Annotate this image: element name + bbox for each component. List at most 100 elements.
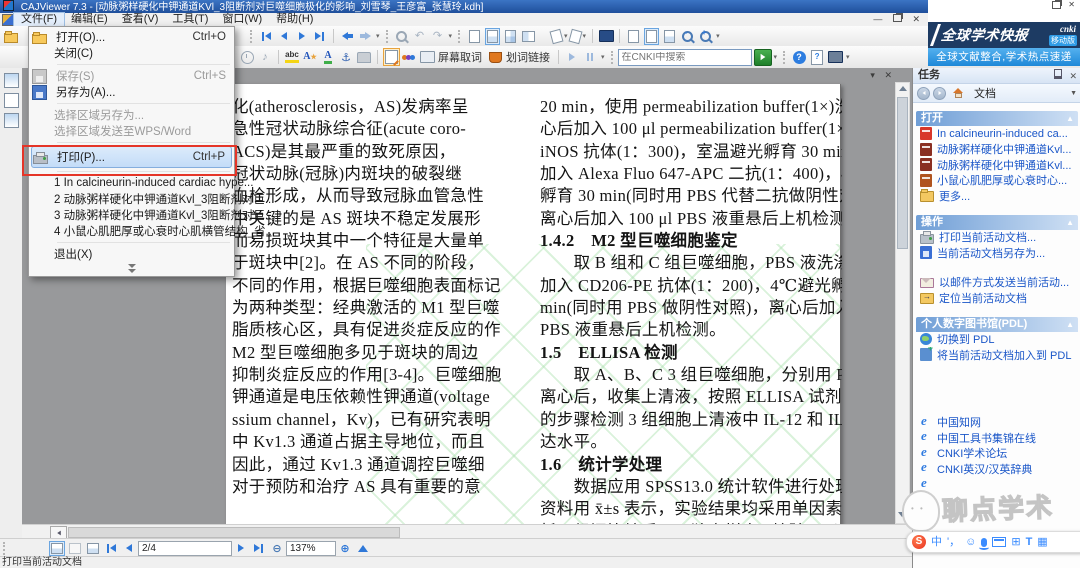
zoom-out-tool-button[interactable]: - <box>678 28 696 45</box>
sidebar-item-s0-3[interactable]: 小鼠心肌肥厚或心衰时心... <box>916 173 1078 189</box>
section-header-0[interactable]: 打开▲ <box>916 111 1078 126</box>
highlight-text-button[interactable]: abc <box>283 49 301 66</box>
rotate-left-button[interactable]: ▾ <box>551 28 570 45</box>
banner-close-button[interactable]: ✕ <box>1068 0 1075 9</box>
continuous-view-button[interactable] <box>483 28 501 45</box>
pin-icon[interactable] <box>1054 69 1062 79</box>
toolbar-grip[interactable] <box>250 30 253 43</box>
home-icon[interactable] <box>953 88 964 98</box>
pane-close-icon[interactable]: ✕ <box>884 70 892 80</box>
help-overflow-chevron[interactable]: ▾ <box>846 53 850 61</box>
scroll-down-arrow[interactable] <box>898 512 906 517</box>
menu-item-o[interactable]: 打开(O)...Ctrl+O <box>29 29 234 45</box>
sidebar-link-2[interactable]: CNKI学术论坛 <box>916 446 1078 462</box>
task-back-icon[interactable] <box>917 87 930 100</box>
toolbar-grip[interactable] <box>386 30 389 43</box>
menubar-item-2[interactable]: 查看(V) <box>115 13 166 26</box>
actual-size-button[interactable] <box>624 28 642 45</box>
back-view-button[interactable] <box>338 28 356 45</box>
forward-view-button[interactable] <box>356 28 374 45</box>
menu-item-2kvl_3[interactable]: 2 动脉粥样硬化中钾通道Kvl_3阻断剂对巨... <box>29 191 234 207</box>
help-document-button[interactable]: ? <box>808 49 826 66</box>
sidebar-link-4[interactable] <box>916 477 1078 493</box>
text-note-button[interactable]: A★ <box>301 49 319 66</box>
sidebar-link-1[interactable]: 中国工具书集锦在线 <box>916 430 1078 446</box>
child-minimize-button[interactable]: — <box>873 14 882 24</box>
rotate-right-button[interactable]: ▾ <box>570 28 589 45</box>
search-go-button[interactable] <box>754 49 772 66</box>
sidebar-link-3[interactable]: CNKI英汉/汉英辞典 <box>916 461 1078 477</box>
facing-pages-view-button[interactable] <box>501 28 519 45</box>
task-view-dropdown-arrow[interactable]: ▼ <box>1070 90 1077 97</box>
scroll-up-arrow[interactable] <box>899 86 907 91</box>
voice-input-icon[interactable] <box>981 538 987 547</box>
sound-note-icon[interactable]: ♪ <box>256 49 274 66</box>
book-mode-button[interactable] <box>84 540 102 557</box>
stamp-tool-button[interactable] <box>355 49 373 66</box>
help-button[interactable]: ? <box>790 49 808 66</box>
zoom-level-input[interactable] <box>286 541 336 556</box>
search-input[interactable] <box>619 52 757 63</box>
toolbar-grip[interactable] <box>458 30 461 43</box>
sidebar-item-s1-3[interactable]: 定位当前活动文档 <box>916 290 1078 306</box>
next-page-button[interactable] <box>293 28 311 45</box>
vertical-scrollbar[interactable] <box>895 82 910 524</box>
scrollbar-thumb[interactable] <box>897 97 908 249</box>
menubar-item-1[interactable]: 编辑(E) <box>64 13 115 26</box>
single-page-view-button[interactable] <box>465 28 483 45</box>
facing-mode-button[interactable] <box>66 540 84 557</box>
anchor-note-button[interactable]: ⚓ <box>337 49 355 66</box>
document-page[interactable]: 化(atherosclerosis，AS)发病率呈急性冠状动脉综合征(acute… <box>226 84 841 524</box>
banner-restore-button[interactable] <box>1052 1 1061 9</box>
section-collapse-icon[interactable]: ▲ <box>1066 111 1074 126</box>
first-page-button[interactable] <box>257 28 275 45</box>
word-link-icon[interactable] <box>486 49 504 66</box>
menubar-item-0[interactable]: 文件(F) <box>14 13 64 26</box>
tools-overflow-chevron[interactable]: ▾ <box>601 53 605 61</box>
sidebar-item-s0-4[interactable]: 更多... <box>916 188 1078 204</box>
go-to-top-button[interactable] <box>354 540 372 557</box>
sidebar-item-s1-1[interactable]: 当前活动文档另存为... <box>916 245 1078 261</box>
sidebar-item-s2-1[interactable]: 将当前活动文档加入到 PDL <box>916 347 1078 363</box>
word-link-label[interactable]: 划词链接 <box>506 49 550 65</box>
fit-width-button[interactable] <box>660 28 678 45</box>
menu-item-1incalcineur[interactable]: 1 In calcineurin-induced cardiac hype... <box>29 175 234 191</box>
emoji-icon[interactable]: ☺ <box>965 533 976 551</box>
previous-page-button-bottom[interactable] <box>120 540 138 557</box>
cnki-search-box[interactable]: ∨ <box>618 49 752 66</box>
menubar-item-4[interactable]: 窗口(W) <box>215 13 269 26</box>
last-page-button-bottom[interactable] <box>250 540 268 557</box>
horizontal-scrollbar-thumb[interactable] <box>68 527 400 538</box>
menubar-item-5[interactable]: 帮助(H) <box>269 13 320 26</box>
banner-tagline[interactable]: 全球文献整合,学术热点速递 <box>928 48 1080 66</box>
page-number-input[interactable] <box>138 541 232 556</box>
toolbar-grip[interactable] <box>611 51 614 64</box>
menu-item-4_[interactable]: 4 小鼠心肌肥厚或心衰时心肌横管结构_省... <box>29 223 234 239</box>
toolbar-grip[interactable] <box>783 51 786 64</box>
toolbox-icon[interactable]: ⊞ <box>1011 533 1020 551</box>
pane-menu-chevron[interactable]: ▾ <box>870 70 875 80</box>
play-button[interactable] <box>563 49 581 66</box>
screen-capture-label[interactable]: 屏幕取词 <box>438 49 482 65</box>
cnki-express-logo[interactable]: 全球学术快报 cnki 移动版 <box>928 22 1080 48</box>
task-pane-close-icon[interactable]: ✕ <box>1069 71 1077 81</box>
grid-icon[interactable]: ▦ <box>1037 533 1047 551</box>
two-page-view-button[interactable] <box>519 28 537 45</box>
menu-item-x[interactable]: 退出(X) <box>29 246 234 262</box>
task-view-label[interactable]: 文档 <box>974 85 996 101</box>
section-header-2[interactable]: 个人数字图书馆(PDL)▲ <box>916 317 1078 332</box>
menu-item-p[interactable]: 打印(P)...Ctrl+P <box>31 146 232 168</box>
next-page-button-bottom[interactable] <box>232 540 250 557</box>
underline-text-button[interactable]: A <box>319 49 337 66</box>
search-options-chevron[interactable]: ▾ <box>774 53 778 61</box>
sidebar-item-s0-1[interactable]: 动脉粥样硬化中钾通道Kvl... <box>916 142 1078 158</box>
zoom-in-tool-button[interactable]: + <box>696 28 714 45</box>
edit-overflow-chevron[interactable]: ▾ <box>449 32 453 40</box>
zoom-out-button[interactable]: ⊖ <box>268 540 286 557</box>
first-page-button-bottom[interactable] <box>102 540 120 557</box>
skin-icon[interactable]: T <box>1026 533 1033 551</box>
redo-button[interactable]: ↷ <box>429 28 447 45</box>
fit-page-button[interactable] <box>642 28 660 45</box>
timer-tool-icon[interactable] <box>238 49 256 66</box>
keyboard-icon[interactable] <box>992 537 1006 547</box>
